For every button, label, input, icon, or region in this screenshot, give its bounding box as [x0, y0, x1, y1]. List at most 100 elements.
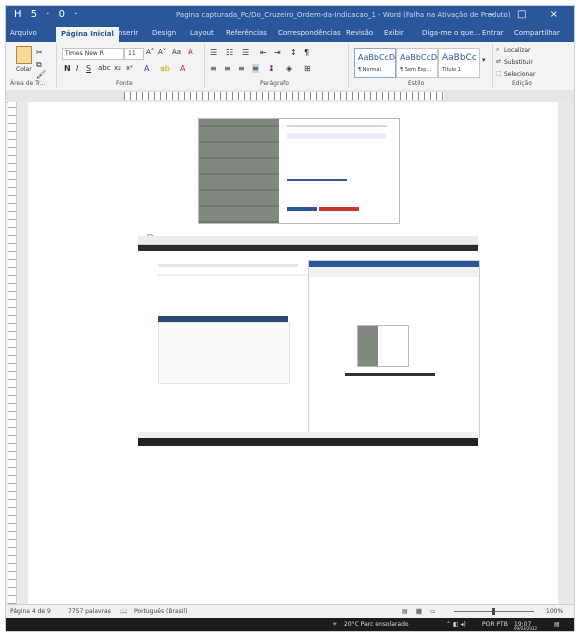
language-indicator[interactable]: Português (Brasil) [134, 608, 187, 615]
read-mode-icon[interactable]: ▤ [402, 608, 408, 615]
screenshot-taskbar [138, 438, 478, 446]
screenshot-window [308, 260, 480, 438]
select-icon: ⬚ [496, 70, 502, 77]
group-divider [204, 44, 205, 88]
paragraph-group-label: Parágrafo [260, 80, 289, 87]
numbering-icon[interactable]: ☷ [226, 48, 233, 57]
style-no-spacing[interactable]: AaBbCcDc ¶ Sem Esp... [396, 48, 441, 78]
align-center-icon[interactable]: ≡ [224, 64, 231, 73]
select-button[interactable]: Selecionar [504, 71, 535, 78]
shrink-font-icon[interactable]: A˅ [158, 48, 166, 56]
italic-icon[interactable]: I [76, 64, 78, 73]
ruler-text-area [124, 92, 444, 100]
styles-more-icon[interactable]: ▾ [482, 56, 486, 64]
font-group-label: Fonte [116, 80, 133, 87]
share-button[interactable]: Compartilhar [514, 29, 560, 37]
line-spacing-icon[interactable]: ↨ [268, 64, 275, 73]
replace-button[interactable]: Substituir [504, 59, 533, 66]
paste-icon[interactable] [16, 46, 32, 64]
superscript-icon[interactable]: x² [126, 64, 133, 72]
group-divider [348, 44, 349, 88]
weather-text[interactable]: 20°C Parc ensolarado [344, 621, 409, 628]
print-layout-icon[interactable]: ▦ [416, 608, 422, 615]
page-indicator[interactable]: Página 4 de 9 [10, 608, 51, 615]
embedded-taskbar-strip [138, 245, 478, 251]
style-name: Título 1 [442, 67, 461, 73]
align-right-icon[interactable]: ≡ [238, 64, 245, 73]
tab-file[interactable]: Arquivo [10, 29, 37, 37]
copy-icon[interactable]: ⧉ [36, 60, 42, 70]
screenshot-button [287, 207, 317, 211]
text-effects-icon[interactable]: A [144, 64, 149, 73]
clipboard-group-label: Área de Tr... [10, 80, 46, 87]
style-normal[interactable]: AaBbCcDc ¶ Normal [354, 48, 400, 78]
zoom-level[interactable]: 100% [546, 608, 563, 615]
show-marks-icon[interactable]: ¶ [304, 48, 309, 57]
increase-indent-icon[interactable]: ⇥ [274, 48, 281, 57]
word-count[interactable]: 7757 palavras [68, 608, 111, 615]
tell-me-search[interactable]: Diga-me o que... [422, 29, 480, 37]
sign-in-link[interactable]: Entrar [482, 29, 504, 37]
tab-review[interactable]: Revisão [346, 29, 373, 37]
tab-insert[interactable]: Inserir [116, 29, 138, 37]
justify-icon[interactable]: ≡ [252, 64, 259, 73]
subscript-icon[interactable]: x₂ [114, 64, 121, 72]
notification-icon[interactable]: ▤ [554, 621, 560, 628]
underline-icon[interactable]: S [86, 64, 91, 73]
decrease-indent-icon[interactable]: ⇤ [260, 48, 267, 57]
paste-button[interactable]: Colar [16, 66, 32, 73]
status-bar: Página 4 de 9 7757 palavras 📖 Português … [6, 604, 574, 619]
system-tray-icons[interactable]: ⌃ ◧ ◂) [446, 621, 466, 628]
tab-layout[interactable]: Layout [190, 29, 214, 37]
multilevel-list-icon[interactable]: ☰ [242, 48, 249, 57]
vertical-ruler[interactable] [8, 102, 17, 604]
tab-references[interactable]: Referências [226, 29, 267, 37]
screenshot-line [158, 264, 298, 267]
screenshot-line [158, 274, 318, 276]
nested-screenshot [357, 325, 409, 367]
nested-taskbar [345, 373, 435, 376]
document-page[interactable] [28, 102, 558, 604]
replace-icon: ⇄ [496, 58, 502, 65]
style-heading-1[interactable]: AaBbCc Título 1 [438, 48, 480, 78]
web-layout-icon[interactable]: ▭ [430, 608, 436, 615]
change-case-icon[interactable]: Aa [172, 48, 181, 56]
highlight-icon[interactable]: ab [160, 64, 170, 73]
clock-date[interactable]: 09/03/2022 [514, 626, 537, 631]
ribbon-tabs: Arquivo Página Inicial Inserir Design La… [6, 26, 574, 42]
style-name: ¶ Sem Esp... [400, 67, 432, 73]
style-preview: AaBbCcDc [358, 53, 400, 62]
sort-icon[interactable]: ↕ [290, 48, 297, 57]
weather-icon[interactable]: ☀ [332, 621, 337, 628]
bullets-icon[interactable]: ☰ [210, 48, 217, 57]
window-controls[interactable]: – □ × [489, 9, 568, 20]
format-painter-icon[interactable]: 🖌 [36, 70, 46, 79]
tab-design[interactable]: Design [152, 29, 176, 37]
align-left-icon[interactable]: ≡ [210, 64, 217, 73]
quick-access-toolbar[interactable]: H 5 · 0 · [14, 9, 80, 20]
tab-mailings[interactable]: Correspondências [278, 29, 341, 37]
language-indicator-taskbar[interactable]: POR PTB [482, 621, 508, 628]
borders-icon[interactable]: ⊞ [304, 64, 311, 73]
font-name-value: Times New R [65, 50, 104, 57]
tab-view[interactable]: Exibir [384, 29, 404, 37]
font-color-icon[interactable]: A [180, 64, 185, 73]
zoom-slider-thumb[interactable] [492, 608, 495, 615]
cut-icon[interactable]: ✂ [36, 48, 43, 57]
group-divider [492, 44, 493, 88]
group-divider [56, 44, 57, 88]
embedded-screenshot-2[interactable] [138, 256, 480, 446]
font-name-select[interactable]: Times New R [62, 48, 124, 60]
shading-icon[interactable]: ◈ [286, 64, 292, 73]
grow-font-icon[interactable]: A˄ [146, 48, 154, 56]
document-workspace [18, 102, 574, 604]
strikethrough-icon[interactable]: abc [98, 64, 111, 72]
find-button[interactable]: Localizar [504, 47, 531, 54]
embedded-screenshot-1[interactable] [198, 118, 400, 224]
bold-icon[interactable]: N [64, 64, 71, 73]
clear-format-icon[interactable]: A̷ [188, 48, 193, 56]
tab-home[interactable]: Página Inicial [56, 27, 119, 42]
proofing-icon[interactable]: 📖 [120, 608, 127, 615]
style-name: ¶ Normal [358, 67, 381, 73]
font-size-select[interactable]: 11 [124, 48, 144, 60]
